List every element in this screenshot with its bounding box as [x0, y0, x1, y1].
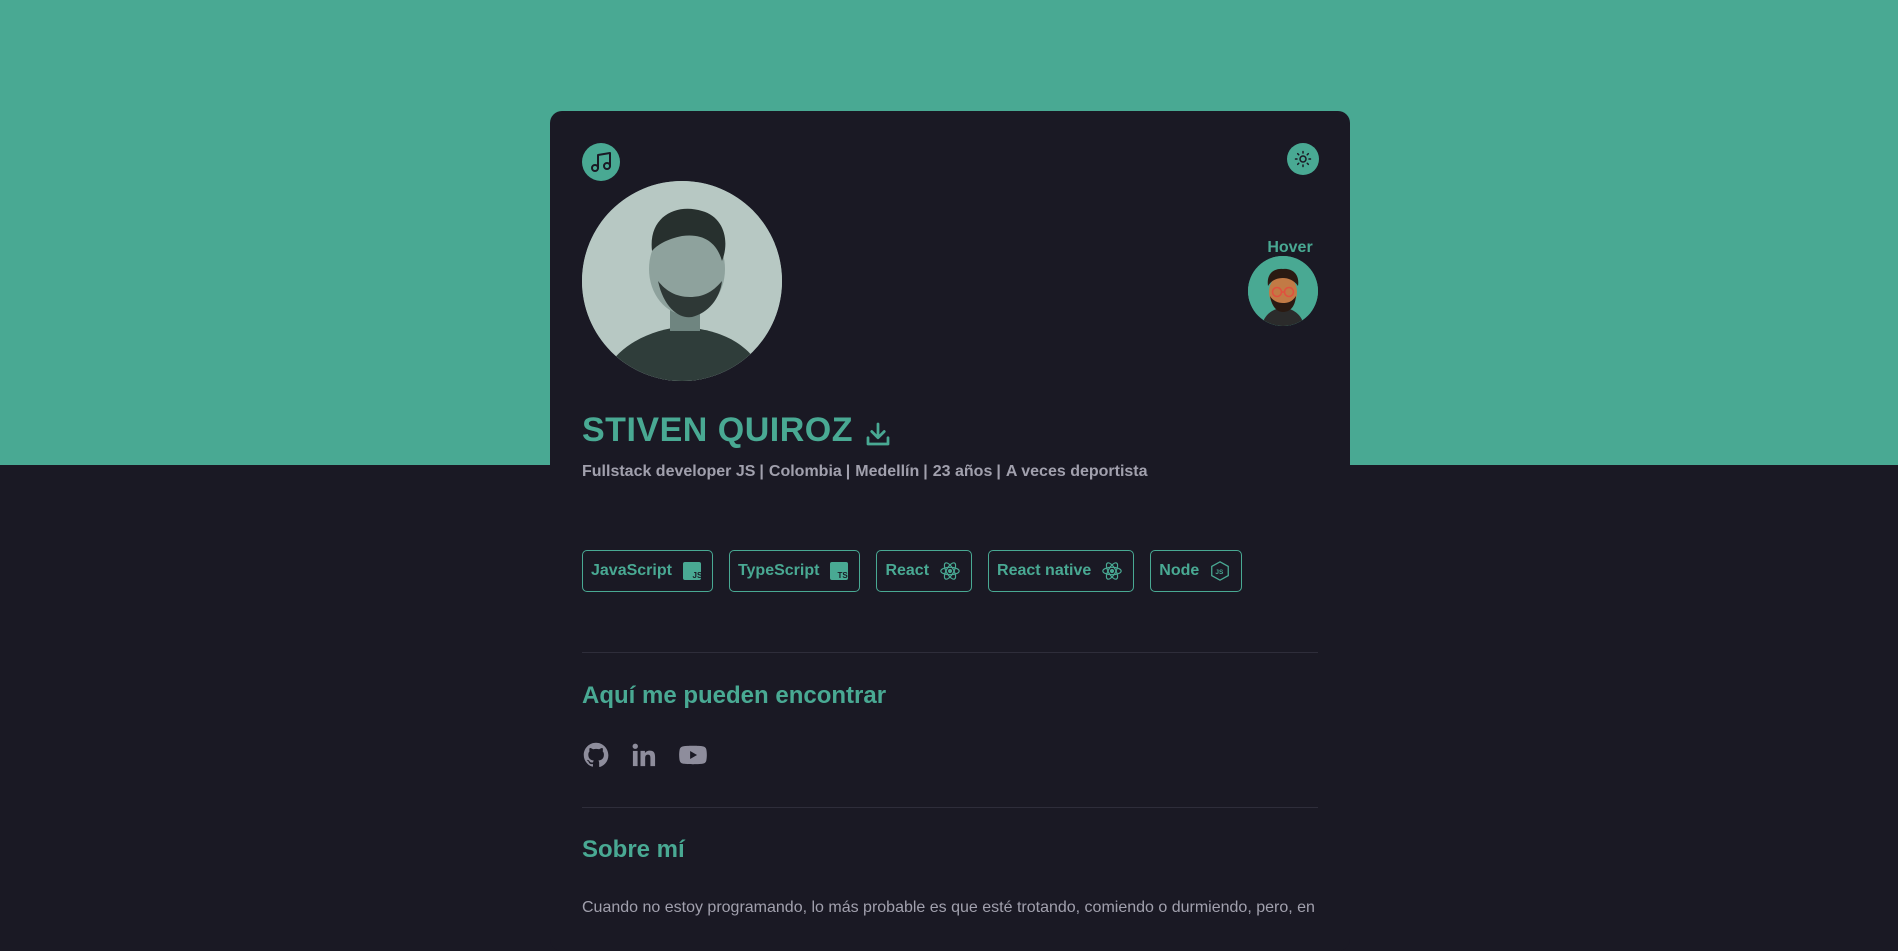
profile-meta: Fullstack developer JS | Colombia | Medell… [582, 463, 1148, 481]
svg-text:JS: JS [1216, 569, 1225, 576]
linkedin-icon[interactable] [630, 741, 658, 769]
node-icon: JS [1209, 560, 1231, 582]
tag-label: TypeScript [737, 562, 820, 579]
react-icon [939, 560, 961, 582]
meta-age: 23 años [932, 463, 993, 480]
about-text: Cuando no estoy programando, lo más prob… [582, 899, 1315, 916]
cartoon-avatar[interactable] [1248, 256, 1318, 326]
meta-separator: | [923, 463, 928, 480]
react-icon [1101, 560, 1123, 582]
tech-tags: JavaScript JS TypeScript TS React React … [582, 550, 1243, 592]
meta-hobby: A veces deportista [1005, 463, 1148, 480]
svg-text:JS: JS [692, 571, 702, 580]
meta-role: Fullstack developer JS [582, 463, 756, 480]
tag-javascript[interactable]: JavaScript JS [582, 550, 713, 592]
profile-photo [582, 181, 782, 381]
profile-name: STIVEN QUIROZ [582, 411, 853, 449]
divider [582, 652, 1318, 653]
javascript-icon: JS [682, 561, 702, 581]
tag-label: React [885, 562, 930, 579]
about-title: Sobre mí [582, 836, 685, 863]
tag-label: React native [997, 562, 1092, 579]
avatar-hover-label: Hover [1267, 239, 1313, 256]
theme-toggle-button[interactable] [1287, 143, 1319, 175]
typescript-icon: TS [829, 561, 849, 581]
find-me-title: Aquí me pueden encontrar [582, 682, 887, 709]
download-cv-icon[interactable] [863, 419, 893, 449]
name-row: STIVEN QUIROZ [582, 411, 893, 450]
youtube-icon[interactable] [678, 741, 708, 769]
tag-label: JavaScript [591, 562, 672, 579]
sun-icon [1294, 150, 1312, 168]
music-icon [591, 152, 611, 172]
tag-typescript[interactable]: TypeScript TS [728, 550, 861, 592]
tag-label: Node [1159, 562, 1200, 579]
meta-country: Colombia [768, 463, 842, 480]
social-links [582, 741, 708, 769]
meta-separator: | [845, 463, 851, 480]
meta-separator: | [759, 463, 764, 480]
github-icon[interactable] [582, 741, 610, 769]
meta-city: Medellín [855, 463, 920, 480]
profile-card: Hover STIVEN QUIROZ Fullstack developer … [550, 111, 1350, 951]
svg-text:TS: TS [838, 571, 849, 580]
music-button[interactable] [582, 143, 620, 181]
divider [582, 807, 1318, 808]
tag-react-native[interactable]: React native [988, 550, 1135, 592]
tag-react[interactable]: React [876, 550, 973, 592]
tag-node[interactable]: Node JS [1150, 550, 1243, 592]
meta-separator: | [996, 463, 1001, 480]
